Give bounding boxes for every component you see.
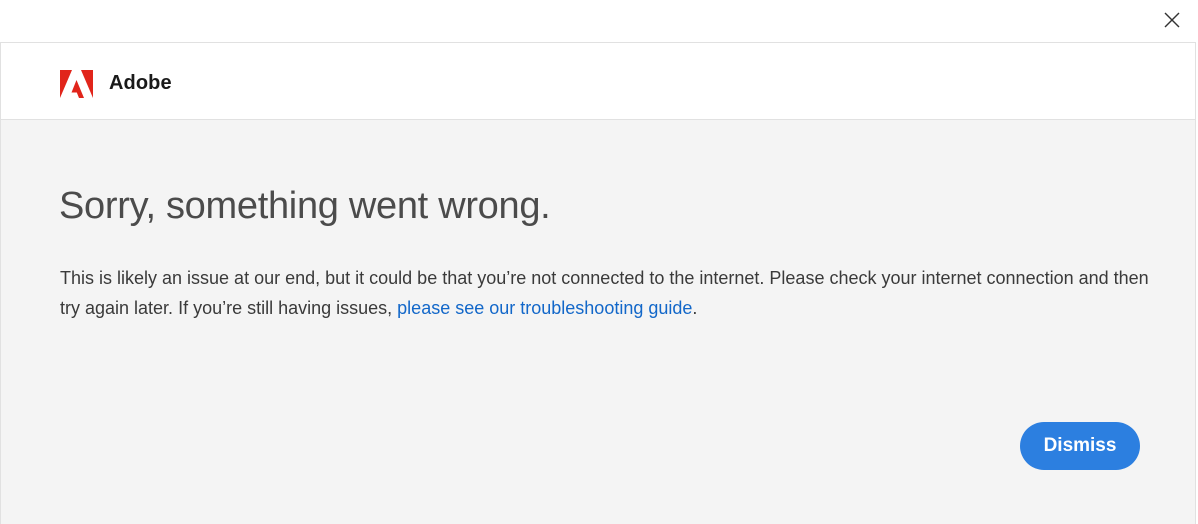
dismiss-button[interactable]: Dismiss [1020, 422, 1140, 470]
close-icon [1164, 12, 1180, 28]
adobe-logo-icon [60, 70, 93, 98]
error-message: This is likely an issue at our end, but … [60, 263, 1150, 323]
title-bar [0, 0, 1198, 42]
brand-header: Adobe [1, 43, 1195, 120]
close-button[interactable] [1160, 8, 1184, 32]
error-dialog-window: Adobe Sorry, something went wrong. This … [0, 0, 1198, 524]
dialog-panel: Adobe Sorry, something went wrong. This … [0, 42, 1196, 524]
error-message-end: . [692, 298, 698, 318]
error-title: Sorry, something went wrong. [59, 185, 551, 227]
brand-name: Adobe [109, 72, 172, 94]
troubleshooting-guide-link[interactable]: please see our troubleshooting guide [397, 298, 692, 318]
